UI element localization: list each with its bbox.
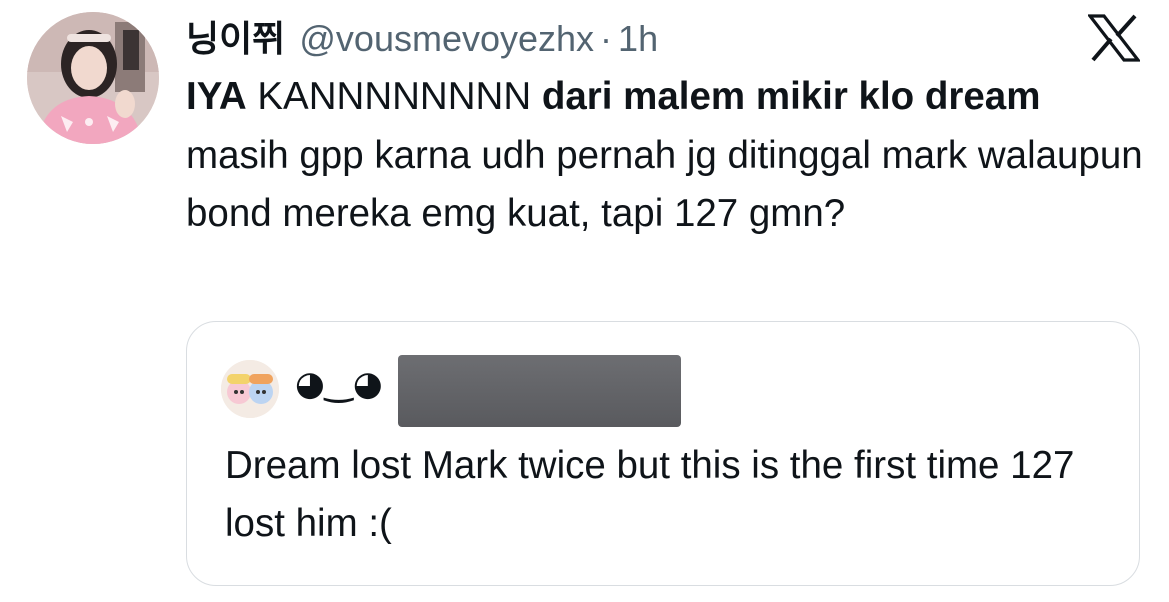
separator-dot: · [600,18,613,59]
post-text-segment-2: KANNNNNNNN [246,75,542,118]
quoted-post[interactable]: ◕‿◕ Dream lost Mark twice but this is th… [186,321,1140,586]
author-display-name[interactable]: 닝이쮜 [186,10,285,62]
post-text-bold-1: IYA [186,75,247,118]
post-text: IYA KANNNNNNNN dari malem mikir klo drea… [186,68,1146,244]
tweet[interactable]: 닝이쮜 @vousmevoyezhx · 1h IYA KANNNNNNNN d… [0,0,1169,602]
redacted-handle-block [398,355,681,427]
quote-author-avatar[interactable] [221,360,279,418]
author-avatar[interactable] [27,12,159,144]
author-handle[interactable]: @vousmevoyezhx [299,18,594,60]
quote-author-name[interactable]: ◕‿◕ [295,364,383,404]
post-time[interactable]: 1h [618,18,658,60]
x-logo-icon[interactable] [1088,14,1140,62]
quote-text: Dream lost Mark twice but this is the fi… [225,444,1075,545]
post-text-bold-2: dari malem mikir klo dream [541,75,1041,118]
tweet-header: 닝이쮜 @vousmevoyezhx · 1h [186,10,658,60]
post-text-segment-4: masih gpp karna udh pernah jg ditinggal … [186,133,1143,236]
